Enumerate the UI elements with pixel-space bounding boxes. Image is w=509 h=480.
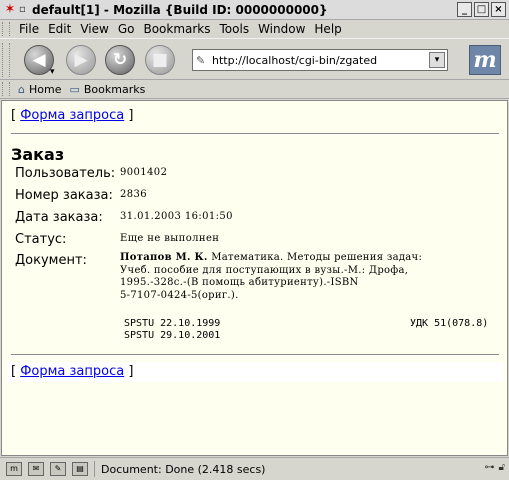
user-label: Пользователь: (15, 166, 116, 181)
bottom-link-row: [ Форма запроса ] (7, 362, 503, 382)
request-form-link-top[interactable]: Форма запроса (20, 108, 124, 123)
status-indicators: ⊶ 🔓︎ (485, 462, 505, 473)
navigator-icon[interactable]: m (6, 462, 22, 476)
composer-icon[interactable]: ✎ (50, 462, 66, 476)
menubar-grip[interactable] (2, 22, 10, 36)
page-title: Заказ (11, 145, 65, 164)
holding-2: SPSTU 29.10.2001 (124, 330, 221, 341)
close-button[interactable]: × (491, 2, 506, 17)
order-number-label: Номер заказа: (15, 188, 113, 203)
back-arrow-icon: ◀ (32, 50, 46, 70)
document-description: Потапов М. К. Математика. Методы решения… (120, 252, 500, 302)
window-controls: _ □ × (457, 2, 506, 17)
title-bar: ✶ ▫ default[1] - Mozilla {Build ID: 0000… (0, 0, 509, 20)
request-form-link-bottom[interactable]: Форма запроса (20, 364, 124, 379)
menu-window[interactable]: Window (258, 22, 305, 36)
folder-icon: ▭ (69, 82, 80, 96)
order-number-value: 2836 (120, 189, 148, 200)
reload-icon: ↻ (112, 50, 128, 70)
document-line-4: 5-7107-0424-5(ориг.). (120, 289, 239, 301)
maximize-button[interactable]: □ (474, 2, 489, 17)
window-title: default[1] - Mozilla {Build ID: 00000000… (32, 2, 328, 17)
order-date-label: Дата заказа: (15, 210, 103, 225)
stop-icon: ■ (151, 50, 169, 70)
url-input[interactable] (212, 51, 422, 69)
page-proxy-icon[interactable]: ✎ (196, 54, 212, 67)
forward-button[interactable]: ▶ (66, 45, 96, 75)
forward-arrow-icon: ▶ (74, 50, 88, 70)
status-separator (94, 461, 95, 477)
menu-tools[interactable]: Tools (220, 22, 250, 36)
home-button[interactable]: ⌂ Home (18, 83, 61, 96)
menu-bar: File Edit View Go Bookmarks Tools Window… (0, 20, 509, 38)
document-label: Документ: (15, 253, 87, 268)
personal-toolbar-grip[interactable] (2, 82, 10, 96)
order-date-value: 31.01.2003 16:01:50 (120, 211, 233, 222)
udk-code: УДК 51(078.8) (410, 318, 489, 329)
document-title: Математика. Методы решения задач: (211, 252, 423, 263)
menu-edit[interactable]: Edit (48, 22, 71, 36)
url-bar[interactable]: ✎ ▾ (192, 49, 448, 71)
document-line-3: 1995.-328с.-(В помощь абитуриенту).-ISBN (120, 277, 359, 288)
address-book-icon[interactable]: ▤ (72, 462, 88, 476)
minimize-button[interactable]: _ (457, 2, 472, 17)
menu-file[interactable]: File (19, 22, 39, 36)
stop-button[interactable]: ■ (145, 45, 175, 75)
document-line-2: Учеб. пособие для поступающих в вузы.-М.… (120, 264, 409, 276)
status-text: Document: Done (2.418 secs) (101, 462, 266, 476)
menu-go[interactable]: Go (118, 22, 135, 36)
bottom-divider (11, 354, 499, 356)
home-icon: ⌂ (18, 82, 25, 96)
navbar-grip[interactable] (2, 43, 10, 77)
menu-bookmarks[interactable]: Bookmarks (143, 22, 210, 36)
menu-help[interactable]: Help (314, 22, 341, 36)
document-author: Потапов М. К. (120, 252, 208, 263)
menu-view[interactable]: View (80, 22, 108, 36)
holding-1: SPSTU 22.10.1999 (124, 318, 221, 329)
user-value: 9001402 (120, 167, 168, 178)
mozilla-star-icon[interactable]: ✶ (3, 2, 17, 17)
page-content: [ Форма запроса ] Заказ Пользователь: 90… (1, 100, 508, 456)
top-link-row: [ Форма запроса ] (11, 108, 134, 123)
top-divider (11, 133, 499, 135)
status-bar: m ✉ ✎ ▤ Document: Done (2.418 secs) ⊶ 🔓︎ (0, 457, 509, 480)
online-status-icon[interactable]: ⊶ (485, 462, 495, 473)
security-lock-icon[interactable]: 🔓︎ (499, 462, 505, 473)
mozilla-logo-icon[interactable]: m (469, 45, 501, 75)
url-history-dropdown-icon[interactable]: ▾ (429, 52, 445, 68)
bookmarks-label: Bookmarks (83, 82, 146, 96)
personal-toolbar: ⌂ Home ▭ Bookmarks (0, 80, 509, 99)
status-value: Еще не выполнен (120, 233, 220, 244)
window-menu-icon[interactable]: ▫ (19, 4, 29, 16)
reload-button[interactable]: ↻ (105, 45, 135, 75)
mail-icon[interactable]: ✉ (28, 462, 44, 476)
navigation-toolbar: ◀ ▾ ▶ ↻ ■ ✎ ▾ m (0, 38, 509, 80)
document-line-1: Потапов М. К. Математика. Методы решения… (120, 252, 500, 265)
home-label: Home (28, 82, 62, 96)
status-label: Статус: (15, 232, 67, 247)
back-history-dropdown-icon[interactable]: ▾ (50, 67, 55, 77)
bookmarks-button[interactable]: ▭ Bookmarks (69, 83, 145, 96)
